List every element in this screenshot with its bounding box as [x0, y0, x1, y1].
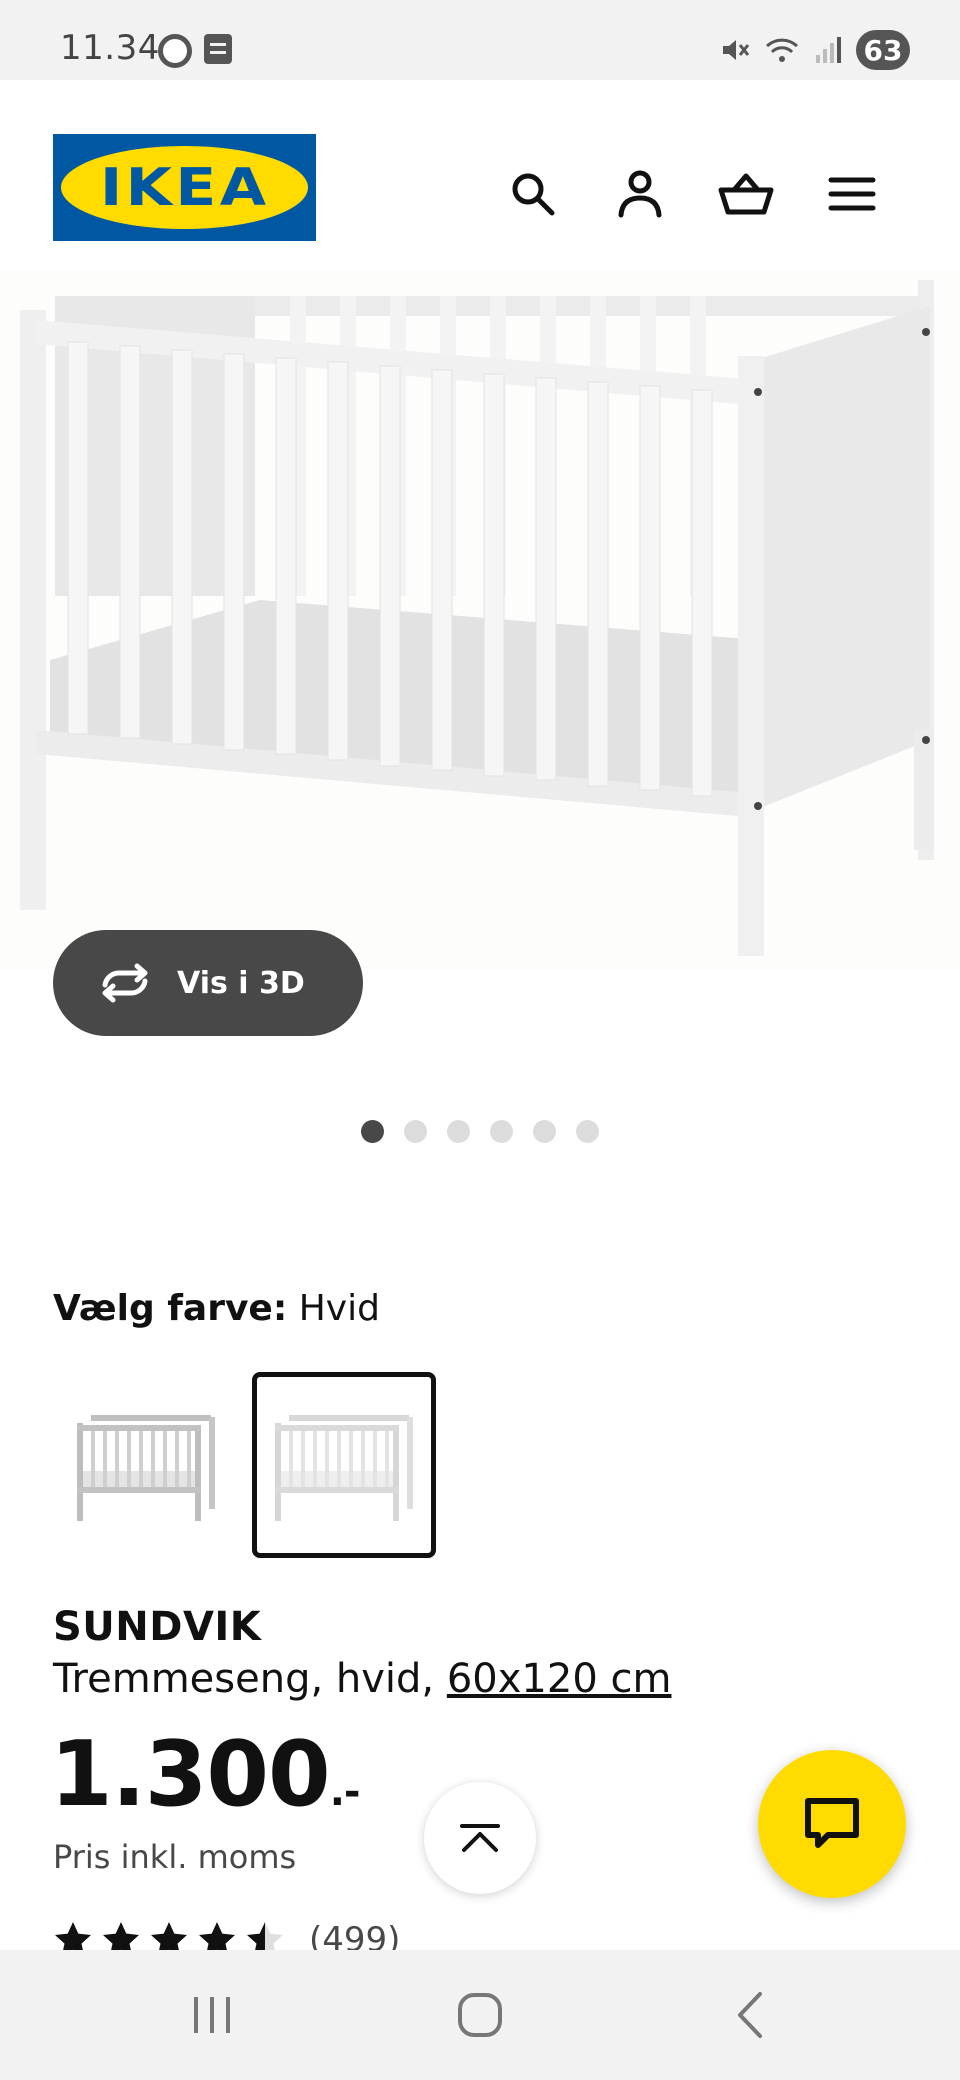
product-description-text: Tremmeseng, hvid,: [53, 1656, 435, 1702]
basket-icon[interactable]: [718, 166, 774, 222]
wifi-icon: [765, 38, 799, 62]
price-value: 1.300: [50, 1722, 331, 1827]
chevron-up-icon: [460, 1824, 500, 1852]
view-3d-label: Vis i 3D: [177, 965, 305, 1001]
mute-icon: [723, 40, 750, 60]
color-swatch-grey[interactable]: [54, 1372, 238, 1558]
gallery-dot[interactable]: [361, 1120, 384, 1143]
crib-image: [0, 270, 960, 970]
crib-thumbnail: [275, 1415, 413, 1521]
view-3d-button[interactable]: Vis i 3D: [53, 930, 363, 1036]
color-label-key: Vælg farve:: [53, 1288, 288, 1329]
gallery-dot[interactable]: [490, 1120, 513, 1143]
gallery-dot[interactable]: [533, 1120, 556, 1143]
gallery-dot[interactable]: [404, 1120, 427, 1143]
color-label-value: Hvid: [298, 1288, 380, 1329]
color-selector-label: Vælg farve: Hvid: [53, 1288, 380, 1329]
status-time: 11.34: [60, 28, 160, 68]
notification-doc-icon: [204, 34, 232, 64]
logo-text: IKEA: [99, 157, 270, 218]
price-suffix: .-: [329, 1769, 361, 1815]
site-header: IKEA: [0, 80, 960, 270]
home-icon[interactable]: [440, 1980, 520, 2050]
gallery-dot[interactable]: [576, 1120, 599, 1143]
ikea-logo[interactable]: IKEA: [53, 134, 316, 241]
product-price: 1.300.-: [50, 1722, 361, 1827]
system-navigation-bar: [0, 1950, 960, 2080]
rotate-3d-icon: [102, 963, 148, 1003]
crib-thumbnail: [77, 1415, 215, 1521]
product-size-link[interactable]: 60x120 cm: [447, 1656, 672, 1702]
product-description: Tremmeseng, hvid, 60x120 cm: [53, 1656, 671, 1702]
scroll-to-top-button[interactable]: [424, 1782, 536, 1894]
gallery-dot[interactable]: [447, 1120, 470, 1143]
chat-button[interactable]: [758, 1750, 906, 1898]
menu-icon[interactable]: [824, 166, 880, 222]
back-icon[interactable]: [710, 1980, 790, 2050]
chat-icon: [805, 1798, 859, 1848]
product-name: SUNDVIK: [53, 1604, 262, 1650]
recent-apps-icon[interactable]: [172, 1980, 252, 2050]
battery-badge: 63: [856, 30, 910, 70]
search-icon[interactable]: [505, 166, 561, 222]
product-image-gallery[interactable]: Vis i 3D: [0, 270, 960, 1100]
account-icon[interactable]: [612, 166, 668, 222]
price-note: Pris inkl. moms: [53, 1838, 297, 1876]
signal-icon: [816, 37, 841, 63]
notification-app-icon: [158, 34, 192, 68]
color-swatch-white[interactable]: [252, 1372, 436, 1558]
gallery-pagination: [0, 1120, 960, 1143]
status-bar: 11.34 63: [0, 0, 960, 80]
